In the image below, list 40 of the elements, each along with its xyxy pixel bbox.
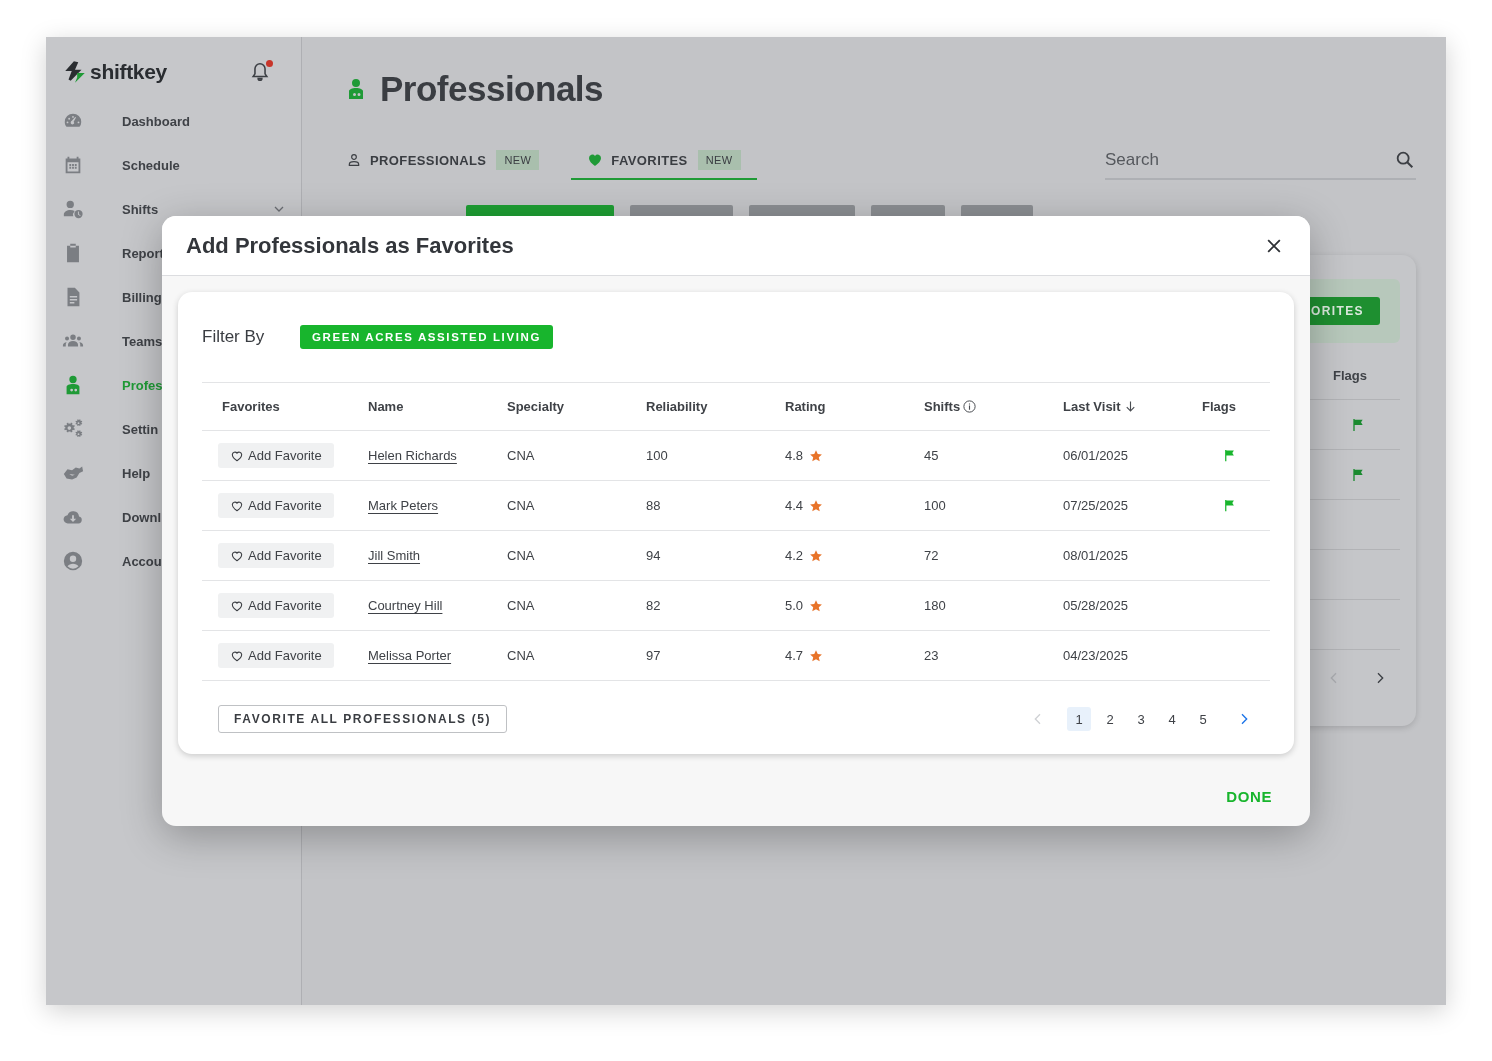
column-header: Rating — [785, 399, 826, 414]
column-header: Name — [368, 399, 404, 414]
dialog-title: Add Professionals as Favorites — [186, 232, 514, 259]
column-header: Flags — [1202, 399, 1236, 414]
table-cell: 05/28/2025 — [1063, 598, 1129, 613]
column-header: Favorites — [222, 399, 280, 414]
new-badge: NEW — [697, 150, 741, 170]
table-cell: CNA — [507, 498, 535, 513]
table-cell: CNA — [507, 598, 535, 613]
rating-value: 4.8 — [785, 448, 804, 463]
table-cell: 100 — [646, 448, 668, 463]
column-header: Specialty — [507, 399, 565, 414]
table-cell: 08/01/2025 — [1063, 548, 1129, 563]
logo-text: shiftkey — [90, 60, 167, 84]
table-cell: 72 — [924, 548, 939, 563]
column-header: Shifts — [924, 399, 961, 414]
column-header: Flags — [1332, 368, 1368, 383]
table-cell: 07/25/2025 — [1063, 498, 1129, 513]
column-header: Reliability — [646, 399, 708, 414]
table-cell: 06/01/2025 — [1063, 448, 1129, 463]
table-cell: 04/23/2025 — [1063, 648, 1129, 663]
table-cell: 100 — [924, 498, 946, 513]
table-cell: 23 — [924, 648, 939, 663]
filter-label: Filter By — [202, 326, 266, 347]
rating-value: 4.2 — [785, 548, 804, 563]
table-cell: 94 — [646, 548, 661, 563]
new-badge: NEW — [496, 150, 540, 170]
rating-value: 5.0 — [785, 598, 804, 613]
table-cell: 45 — [924, 448, 939, 463]
rating-value: 4.4 — [785, 498, 804, 513]
page-title: Professionals — [380, 69, 604, 109]
table-cell: CNA — [507, 648, 535, 663]
table-cell: 97 — [646, 648, 661, 663]
column-header: Last Visit — [1063, 399, 1121, 414]
table-cell: CNA — [507, 448, 535, 463]
table-cell: CNA — [507, 548, 535, 563]
table-cell: 88 — [646, 498, 661, 513]
rating-value: 4.7 — [785, 648, 804, 663]
table-cell: 180 — [924, 598, 946, 613]
table-cell: 82 — [646, 598, 661, 613]
